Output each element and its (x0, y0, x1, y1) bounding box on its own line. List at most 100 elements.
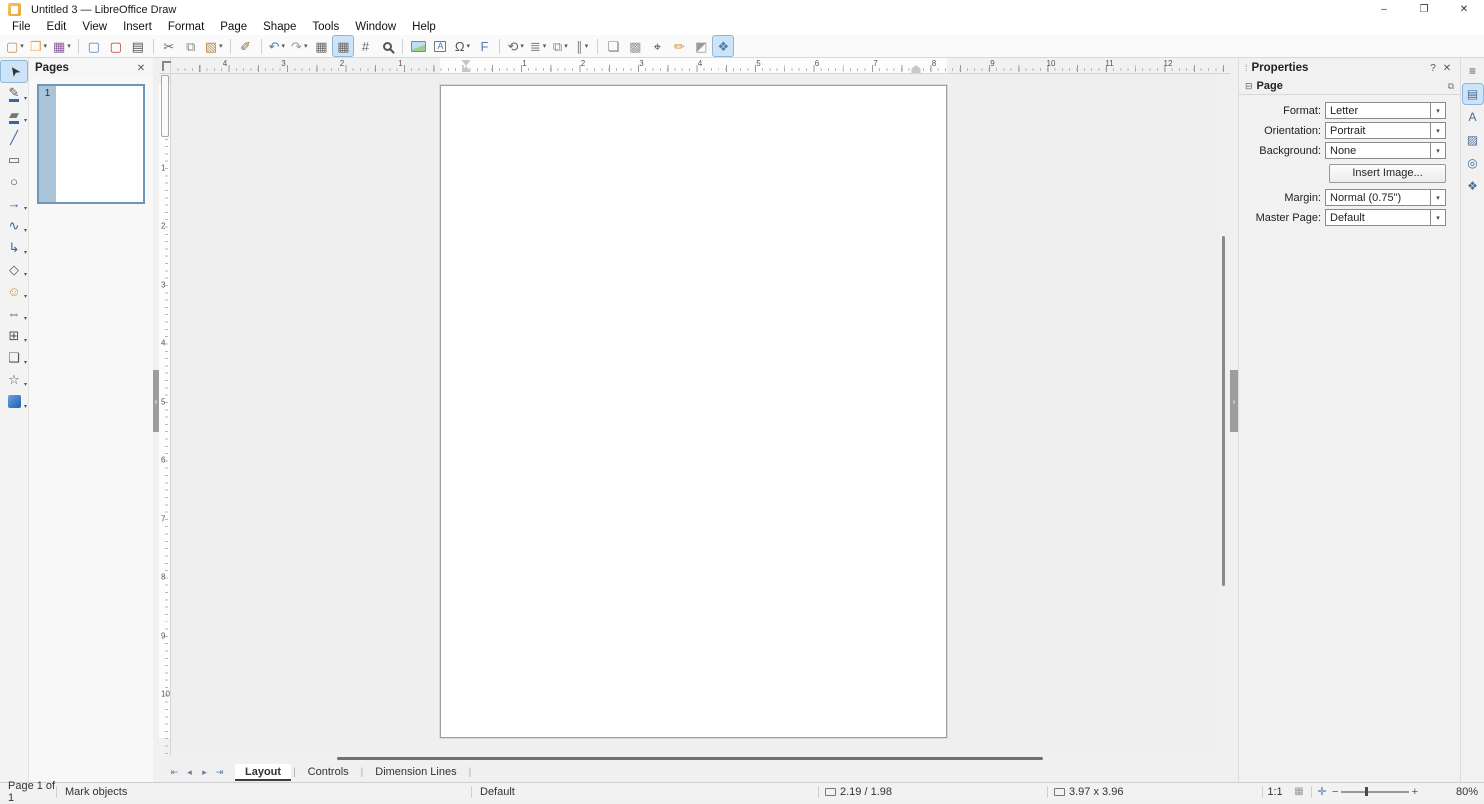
sidebar-splitter[interactable]: › (1230, 58, 1238, 782)
zoom-slider-thumb[interactable] (1365, 787, 1368, 796)
drawing-page[interactable] (440, 85, 947, 738)
menu-tools[interactable]: Tools (304, 20, 347, 34)
dropdown-arrow-icon[interactable]: ▾ (24, 381, 27, 388)
rectangle-button[interactable]: ▭ (1, 149, 27, 170)
chevron-down-icon[interactable]: ▾ (1430, 210, 1445, 225)
dropdown-arrow-icon[interactable]: ▾ (24, 293, 27, 300)
insert-special-character-button[interactable]: Ω▾ (452, 36, 472, 56)
open-folder-button[interactable]: ❒▾ (28, 36, 49, 56)
display-grid-button[interactable]: ▦ (311, 36, 331, 56)
ruler-origin-corner[interactable] (159, 58, 171, 73)
margin-select[interactable]: Normal (0.75")▾ (1325, 189, 1446, 206)
fill-color-button[interactable]: ▰▾ (1, 105, 27, 126)
line-color-button[interactable]: ✎▾ (1, 83, 27, 104)
format-select[interactable]: Letter▾ (1325, 102, 1446, 119)
curves-and-polygons-button[interactable]: ∿▾ (1, 215, 27, 236)
ellipse-button[interactable]: ○ (1, 171, 27, 192)
print-button[interactable]: ▤ (128, 36, 148, 56)
gluepoint-functions-button[interactable]: ✏ (669, 36, 689, 56)
first-page-button[interactable]: ⇤ (167, 767, 182, 778)
shadow-button[interactable]: ❏ (603, 36, 623, 56)
dropdown-arrow-icon[interactable]: ▾ (24, 95, 27, 102)
tab-layout[interactable]: Layout (235, 764, 291, 781)
master-page-select[interactable]: Default▾ (1325, 209, 1446, 226)
menu-shape[interactable]: Shape (255, 20, 304, 34)
transformations-button[interactable]: ⟲▾ (505, 36, 525, 56)
tab-dimension-lines[interactable]: Dimension Lines (365, 764, 466, 781)
vertical-scrollbar-thumb[interactable] (1222, 236, 1225, 586)
snap-to-grid-button[interactable]: ▦ (333, 36, 353, 56)
save-button[interactable]: ▦▾ (51, 36, 73, 56)
dropdown-arrow-icon[interactable]: ▾ (24, 271, 27, 278)
dropdown-arrow-icon[interactable]: ▾ (219, 42, 223, 50)
arrange-button[interactable]: ⧉▾ (550, 36, 570, 56)
status-zoom-percent[interactable]: 80% (1418, 786, 1484, 798)
horizontal-scrollbar-thumb[interactable] (337, 757, 1043, 760)
basic-shapes-button[interactable]: ◇▾ (1, 259, 27, 280)
horizontal-scrollbar[interactable] (159, 755, 1230, 763)
select-button[interactable]: ➤ (1, 61, 27, 82)
zoom-out-icon[interactable]: − (1332, 786, 1338, 798)
previous-page-button[interactable]: ◂ (182, 767, 197, 778)
minimize-button[interactable]: – (1364, 0, 1404, 19)
dropdown-arrow-icon[interactable]: ▾ (543, 42, 547, 50)
block-arrows-button[interactable]: ⇔▾ (1, 303, 27, 324)
chevron-down-icon[interactable]: ▾ (1430, 143, 1445, 158)
zoom-pan-button[interactable] (377, 36, 397, 56)
vertical-scrollbar[interactable] (1218, 74, 1230, 755)
paste-button[interactable]: ▧▾ (203, 36, 225, 56)
properties-help-icon[interactable]: ? (1426, 63, 1440, 74)
stars-and-banners-button[interactable]: ☆▾ (1, 369, 27, 390)
dropdown-arrow-icon[interactable]: ▾ (24, 403, 27, 410)
last-page-button[interactable]: ⇥ (212, 767, 227, 778)
menu-help[interactable]: Help (404, 20, 444, 34)
sidebar-tab-styles[interactable]: A (1463, 107, 1483, 127)
flowchart-button[interactable]: ⊞▾ (1, 325, 27, 346)
maximize-button[interactable]: ❐ (1404, 0, 1444, 19)
page-thumbnail[interactable]: 1 (37, 84, 145, 204)
horizontal-ruler[interactable]: 4321123456789101112 (171, 58, 1230, 73)
callout-shapes-button[interactable]: ❑▾ (1, 347, 27, 368)
tab-controls[interactable]: Controls (298, 764, 359, 781)
unsaved-changes-icon[interactable]: ▦ (1287, 786, 1311, 797)
sidebar-tab-gallery[interactable]: ▨ (1463, 130, 1483, 150)
workspace[interactable] (171, 74, 1218, 755)
symbol-shapes-button[interactable]: ☺▾ (1, 281, 27, 302)
menu-view[interactable]: View (74, 20, 115, 34)
zoom-slider-track[interactable] (1341, 791, 1408, 793)
insert-text-box-button[interactable]: A (430, 36, 450, 56)
export-button[interactable]: ▢ (84, 36, 104, 56)
connectors-button[interactable]: ↳▾ (1, 237, 27, 258)
helplines-while-moving-button[interactable]: # (355, 36, 375, 56)
toggle-extrusion-button[interactable]: ◩ (691, 36, 711, 56)
properties-close-icon[interactable]: ✕ (1440, 63, 1454, 74)
align-objects-button[interactable]: ≣▾ (528, 36, 548, 56)
section-collapse-icon[interactable]: ⊟ (1245, 81, 1253, 92)
dropdown-arrow-icon[interactable]: ▾ (24, 227, 27, 234)
more-options-icon[interactable]: ⧉ (1448, 81, 1454, 92)
dropdown-arrow-icon[interactable]: ▾ (282, 42, 286, 50)
dropdown-arrow-icon[interactable]: ▾ (467, 42, 471, 50)
chevron-down-icon[interactable]: ▾ (1430, 103, 1445, 118)
status-page-style[interactable]: Default (472, 786, 818, 798)
dropdown-arrow-icon[interactable]: ▾ (20, 42, 24, 50)
vertical-ruler-margin-marker[interactable] (161, 75, 169, 137)
dropdown-arrow-icon[interactable]: ▾ (24, 337, 27, 344)
undo-button[interactable]: ↶▾ (267, 36, 287, 56)
menu-file[interactable]: File (4, 20, 39, 34)
vertical-ruler[interactable]: 12345678910 (159, 74, 171, 755)
chevron-down-icon[interactable]: ▾ (1430, 123, 1445, 138)
dropdown-arrow-icon[interactable]: ▾ (520, 42, 524, 50)
show-draw-functions-button[interactable]: ❖ (713, 36, 733, 56)
dropdown-arrow-icon[interactable]: ▾ (304, 42, 308, 50)
cut-button[interactable]: ✂ (159, 36, 179, 56)
zoom-slider[interactable]: − + (1332, 786, 1418, 798)
orientation-select[interactable]: Portrait▾ (1325, 122, 1446, 139)
distribution-button[interactable]: ∥▾ (572, 36, 592, 56)
sidebar-tab-shapes[interactable]: ❖ (1463, 176, 1483, 196)
chevron-down-icon[interactable]: ▾ (1430, 190, 1445, 205)
dropdown-arrow-icon[interactable]: ▾ (24, 315, 27, 322)
close-button[interactable]: ✕ (1444, 0, 1484, 19)
dropdown-arrow-icon[interactable]: ▾ (24, 117, 27, 124)
3d-objects-button[interactable]: ▾ (1, 391, 27, 412)
